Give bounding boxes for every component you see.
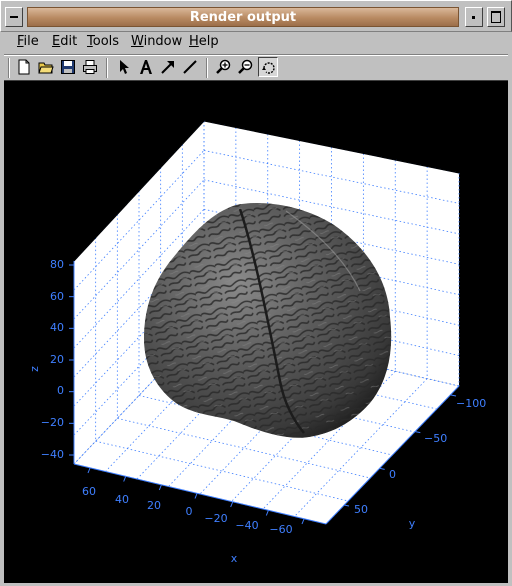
- insert-line-icon: [183, 60, 197, 74]
- rotate-3d-button[interactable]: [258, 57, 278, 77]
- x-tick: [123, 476, 127, 482]
- rotate-3d-icon: [262, 62, 275, 74]
- insert-text-icon: [140, 60, 152, 74]
- x-tick: [230, 501, 234, 508]
- zoom-in-icon: [216, 59, 231, 74]
- y-tick-label: 0: [389, 468, 396, 481]
- y-tick-label: 50: [354, 503, 368, 516]
- zoom-in-button[interactable]: [214, 57, 234, 77]
- title-strip[interactable]: Render output: [27, 7, 459, 27]
- z-tick-label: −40: [41, 448, 64, 461]
- y-tick: [379, 467, 385, 470]
- menu-file[interactable]: File: [17, 34, 39, 49]
- select-arrow-icon: [120, 60, 129, 74]
- x-tick-label: 20: [147, 499, 161, 512]
- x-tick: [194, 493, 198, 499]
- menu-bar: File Edit Tools Window Help: [4, 32, 508, 54]
- y-tick-label: −50: [424, 432, 447, 445]
- x-tick-label: 0: [186, 505, 193, 518]
- insert-text-button[interactable]: [136, 57, 156, 77]
- select-button[interactable]: [114, 57, 134, 77]
- window-title: Render output: [189, 10, 297, 25]
- title-bar: Render output: [0, 0, 512, 32]
- x-tick-label: 40: [115, 493, 129, 506]
- y-tick: [343, 504, 350, 507]
- menu-edit[interactable]: Edit: [52, 34, 77, 49]
- z-axis-label: z: [28, 366, 41, 372]
- y-axis-label: y: [409, 517, 416, 530]
- new-file-icon: [18, 59, 30, 75]
- insert-arrow-icon: [161, 61, 174, 74]
- z-tick-labels: 80 60 40 20 0 −20 −40: [41, 258, 64, 461]
- toolbar: [4, 56, 508, 80]
- minimize-button[interactable]: [465, 7, 483, 27]
- y-tick-label: −100: [456, 397, 486, 410]
- z-tick-label: −20: [41, 416, 64, 429]
- maximize-button[interactable]: [487, 7, 505, 27]
- menu-tools[interactable]: Tools: [87, 34, 119, 49]
- maximize-icon: [491, 11, 501, 23]
- y-tick: [450, 394, 457, 397]
- new-file-button[interactable]: [14, 57, 34, 77]
- x-tick: [265, 510, 269, 516]
- toolbar-grip: [8, 58, 10, 78]
- menu-window[interactable]: Window: [131, 34, 182, 49]
- save-button[interactable]: [58, 57, 78, 77]
- z-tick-label: 80: [50, 258, 64, 271]
- minimize-icon: [472, 16, 475, 19]
- y-tick: [415, 431, 421, 434]
- window-menu-icon: [10, 16, 18, 18]
- x-axis-label: x: [231, 552, 238, 565]
- x-tick: [158, 484, 162, 491]
- insert-line-button[interactable]: [180, 57, 200, 77]
- z-tick-label: 40: [50, 321, 64, 334]
- print-button[interactable]: [80, 57, 100, 77]
- x-tick-label: −40: [235, 519, 258, 532]
- toolbar-separator: [106, 58, 108, 78]
- insert-arrow-button[interactable]: [158, 57, 178, 77]
- z-tick-label: 60: [50, 290, 64, 303]
- x-tick: [301, 518, 305, 525]
- window-menu-button[interactable]: [5, 7, 23, 27]
- x-tick-label: 60: [82, 485, 96, 498]
- z-tick-label: 0: [57, 384, 64, 397]
- z-tick-label: 20: [50, 353, 64, 366]
- print-icon: [83, 60, 97, 74]
- save-icon: [61, 60, 75, 74]
- zoom-out-button[interactable]: [236, 57, 256, 77]
- open-folder-icon: [38, 62, 54, 74]
- x-tick-label: −60: [269, 523, 292, 536]
- x-tick-label: −20: [204, 512, 227, 525]
- menu-help[interactable]: Help: [189, 34, 219, 49]
- x-tick: [87, 467, 91, 474]
- toolbar-separator: [206, 58, 208, 78]
- axes-3d[interactable]: 80 60 40 20 0 −20 −40 z 60 40 20 0 −20 −…: [4, 81, 508, 583]
- plot-area[interactable]: 80 60 40 20 0 −20 −40 z 60 40 20 0 −20 −…: [4, 80, 508, 583]
- zoom-out-icon: [238, 59, 253, 74]
- open-button[interactable]: [36, 57, 56, 77]
